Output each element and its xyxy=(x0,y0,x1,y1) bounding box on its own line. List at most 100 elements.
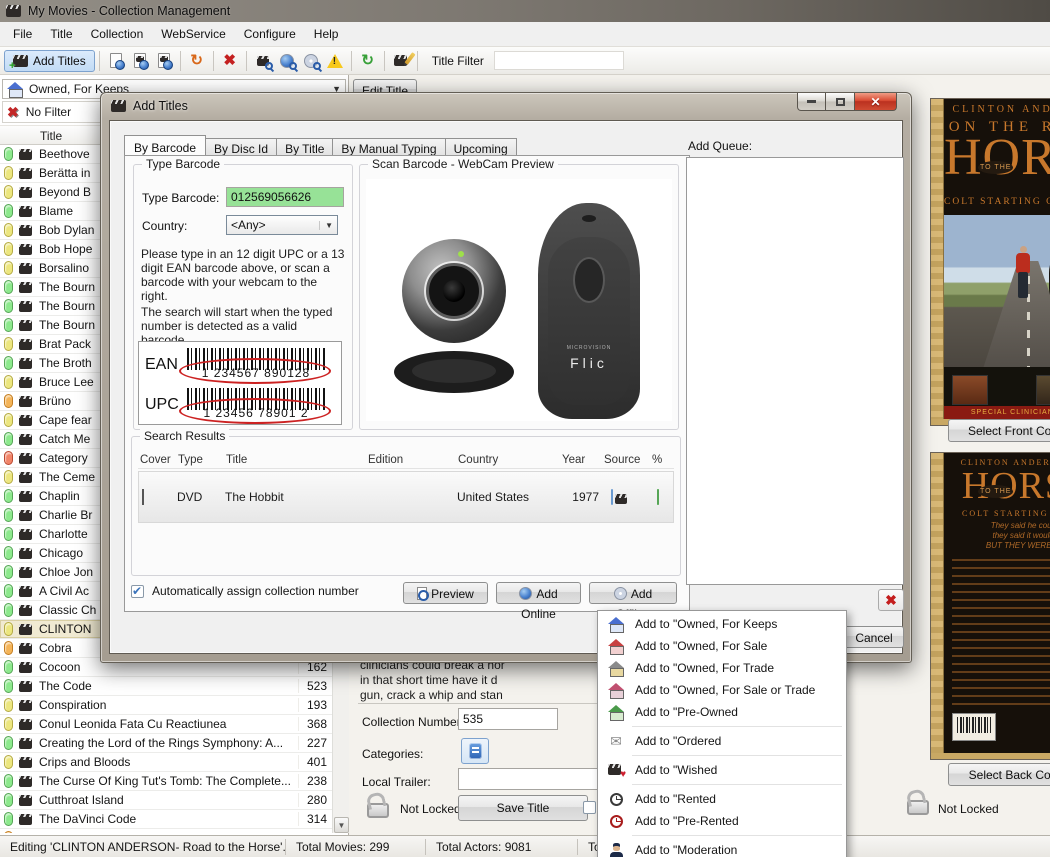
column-header-source[interactable]: Source xyxy=(602,454,650,466)
column-header-year[interactable]: Year xyxy=(560,454,602,466)
menu-item-add-to-owned-for-trade[interactable]: Add to "Owned, For Trade xyxy=(598,657,846,679)
app-window: My Movies - Collection Management FileTi… xyxy=(0,0,1050,857)
page-clapper-web-icon[interactable] xyxy=(130,51,150,71)
status-pill-yellow xyxy=(4,337,13,351)
select-back-cover-button[interactable]: Select Back Cover xyxy=(948,763,1050,786)
hidden-checkbox[interactable] xyxy=(583,801,596,814)
menu-item-add-to-owned-for-keeps[interactable]: Add to "Owned, For Keeps xyxy=(598,613,846,635)
menu-item-add-to-owned-for-sale[interactable]: Add to "Owned, For Sale xyxy=(598,635,846,657)
context-menu: Add to "Owned, For KeepsAdd to "Owned, F… xyxy=(597,610,847,857)
movie-icon xyxy=(19,719,32,730)
preview-button[interactable]: Preview xyxy=(403,582,488,604)
movie-title: Creating the Lord of the Rings Symphony:… xyxy=(39,736,298,750)
search-results-header: CoverTypeTitleEditionCountryYearSource% xyxy=(138,451,674,469)
column-header-cover[interactable]: Cover xyxy=(138,454,176,466)
auto-assign-checkbox[interactable] xyxy=(131,585,144,598)
menu-item-label: Add to "Pre-Owned xyxy=(635,705,738,719)
movie-icon xyxy=(19,624,32,635)
back-cover-image: CLINTON ANDERSON ON HORSE TO THE COLT ST… xyxy=(930,452,1050,760)
country-select[interactable]: <Any> ▼ xyxy=(226,215,338,235)
column-header-edition[interactable]: Edition xyxy=(366,454,456,466)
status-pill-yellow xyxy=(4,185,13,199)
movie-row[interactable]: The Curse Of King Tut's Tomb: The Comple… xyxy=(0,772,332,791)
movie-icon xyxy=(19,586,32,597)
status-pill-yellow xyxy=(4,166,13,180)
menu-item-configure[interactable]: Configure xyxy=(235,24,305,44)
status-pill-yellow xyxy=(4,698,13,712)
column-header-type[interactable]: Type xyxy=(176,454,224,466)
movie-row[interactable]: The DaVinci Code314 xyxy=(0,810,332,829)
save-title-button[interactable]: Save Title xyxy=(458,795,588,821)
movie-row[interactable]: The Code523 xyxy=(0,677,332,696)
add-queue-list[interactable] xyxy=(686,157,904,585)
menu-item-webservice[interactable]: WebService xyxy=(152,24,234,44)
select-front-cover-button[interactable]: Select Front Cover xyxy=(948,419,1050,442)
cancel-button[interactable]: Cancel xyxy=(844,626,904,648)
remove-from-queue-button[interactable]: ✖ xyxy=(878,589,904,611)
status-pill-green xyxy=(4,603,13,617)
status-pill-green xyxy=(4,793,13,807)
column-header-country[interactable]: Country xyxy=(456,454,560,466)
maximize-button[interactable] xyxy=(826,93,855,111)
collection-number-input[interactable] xyxy=(458,708,558,730)
window-title: My Movies - Collection Management xyxy=(28,4,230,18)
movie-icon xyxy=(19,472,32,483)
menu-item-add-to-owned-for-sale-or-trade[interactable]: Add to "Owned, For Sale or Trade xyxy=(598,679,846,701)
cover-lock-icon xyxy=(907,800,929,815)
add-titles-button[interactable]: Add Titles xyxy=(4,50,95,72)
movie-row[interactable]: Conspiration193 xyxy=(0,696,332,715)
minimize-button[interactable] xyxy=(797,93,826,111)
movie-icon xyxy=(19,358,32,369)
menu-item-add-to-rented[interactable]: Add to "Rented xyxy=(598,788,846,810)
movie-row[interactable] xyxy=(0,829,332,833)
close-button[interactable]: ✕ xyxy=(855,93,897,111)
group-legend: Type Barcode xyxy=(142,157,224,171)
categories-button[interactable] xyxy=(461,738,489,764)
cover-figure xyxy=(1016,253,1030,273)
search-disc-icon[interactable] xyxy=(301,51,321,71)
page-globe-icon[interactable] xyxy=(106,51,126,71)
add-offline-button[interactable]: Add Offline xyxy=(589,582,677,604)
status-pill-orange xyxy=(4,394,13,408)
barcode-input[interactable] xyxy=(226,187,344,207)
scroll-down-button[interactable]: ▼ xyxy=(334,817,349,833)
status-pill-green xyxy=(4,736,13,750)
movie-count: 238 xyxy=(298,774,332,788)
add-online-button[interactable]: Add Online xyxy=(496,582,581,604)
search-web-icon[interactable] xyxy=(277,51,297,71)
column-header-pct[interactable]: % xyxy=(650,454,676,466)
search-result-row[interactable]: DVD The Hobbit United States 1977 xyxy=(138,471,674,523)
menu-item-collection[interactable]: Collection xyxy=(82,24,153,44)
movie-row[interactable]: Conul Leonida Fata Cu Reactiunea368 xyxy=(0,715,332,734)
menu-item-add-to-pre-owned[interactable]: Add to "Pre-Owned xyxy=(598,701,846,723)
menu-item-add-to-pre-rented[interactable]: Add to "Pre-Rented xyxy=(598,810,846,832)
menu-item-help[interactable]: Help xyxy=(305,24,348,44)
menu-separator xyxy=(632,784,842,785)
movie-row[interactable]: Creating the Lord of the Rings Symphony:… xyxy=(0,734,332,753)
movie-row[interactable]: Cutthroat Island280 xyxy=(0,791,332,810)
warning-icon[interactable] xyxy=(325,51,345,71)
movie-title: Conul Leonida Fata Cu Reactiunea xyxy=(39,717,298,731)
country-label: Country: xyxy=(142,219,187,233)
auto-assign-row: Automatically assign collection number xyxy=(131,584,359,598)
column-header-title[interactable]: Title xyxy=(224,454,366,466)
movie-row[interactable]: Crips and Bloods401 xyxy=(0,753,332,772)
movie-icon xyxy=(19,814,32,825)
sync-orange-icon[interactable]: ↻ xyxy=(187,51,207,71)
refresh-green-icon[interactable]: ↻ xyxy=(358,51,378,71)
menu-item-title[interactable]: Title xyxy=(41,24,81,44)
page-clapper-disc-icon[interactable] xyxy=(154,51,174,71)
movie-icon xyxy=(19,605,32,616)
status-pill-green xyxy=(4,546,13,560)
title-filter-input[interactable] xyxy=(494,51,624,70)
menu-item-add-to-moderation[interactable]: Add to "Moderation xyxy=(598,839,846,857)
edit-title-icon[interactable] xyxy=(391,51,411,71)
menu-item-add-to-wished[interactable]: ♥Add to "Wished xyxy=(598,759,846,781)
menu-item-file[interactable]: File xyxy=(4,24,41,44)
barcode-instruction-1: Please type in an 12 digit UPC or a 13 d… xyxy=(141,247,347,303)
search-clapper-icon[interactable] xyxy=(253,51,273,71)
menu-item-add-to-ordered[interactable]: ✉Add to "Ordered xyxy=(598,730,846,752)
movie-title: Cutthroat Island xyxy=(39,793,298,807)
delete-x-icon[interactable]: ✖ xyxy=(220,51,240,71)
house-icon xyxy=(7,82,23,96)
